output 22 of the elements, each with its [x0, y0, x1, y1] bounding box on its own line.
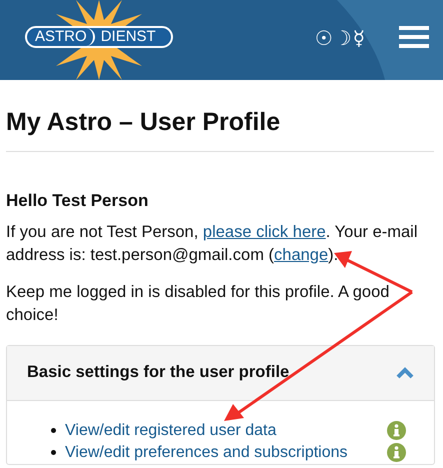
bullet-icon: [51, 450, 56, 455]
card-header[interactable]: Basic settings for the user profile: [7, 346, 434, 400]
link[interactable]: please click here: [202, 222, 326, 240]
planet-symbol[interactable]: ☉: [314, 26, 333, 50]
planet-symbol[interactable]: ☿: [352, 26, 365, 50]
chevron-icon[interactable]: [396, 366, 414, 378]
logo[interactable]: ASTRO DIENST: [25, 0, 173, 80]
planet-symbol[interactable]: ☽: [334, 26, 352, 50]
settings-link[interactable]: View/edit preferences and subscriptions: [65, 440, 348, 464]
link[interactable]: change: [274, 246, 328, 264]
page-title: My Astro – User Profile: [6, 107, 282, 138]
paragraph: If you are not Test Person, please click here. Your e-mail address is: test.person@gmail.com (change).: [6, 222, 419, 266]
menu-button[interactable]: [399, 26, 429, 48]
info-icon[interactable]: [387, 421, 406, 440]
info-icon[interactable]: [387, 443, 406, 462]
logo-text: ASTRO: [27, 28, 95, 46]
paragraph: Keep me logged in is disabled for this profile. A good choice!: [6, 282, 390, 326]
bullet-icon: [51, 428, 56, 433]
card-title: Basic settings for the user profile: [27, 362, 290, 384]
logo-text: DIENST: [100, 28, 157, 46]
greeting-heading: Hello Test Person: [6, 190, 150, 212]
settings-link[interactable]: View/edit registered user data: [65, 418, 276, 442]
